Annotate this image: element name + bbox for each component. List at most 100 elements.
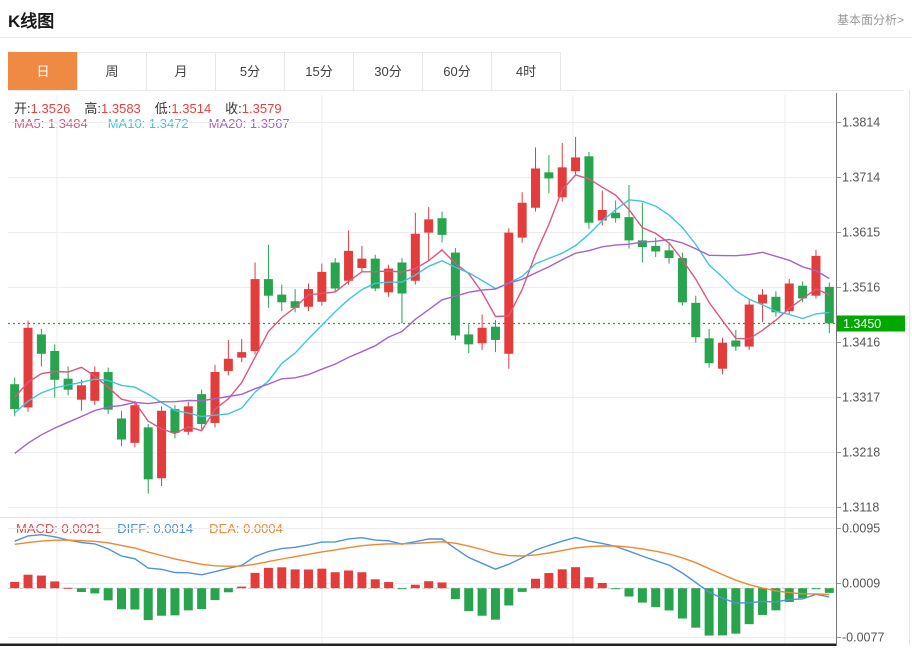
ma5-line <box>15 175 830 434</box>
candle-body <box>651 246 660 252</box>
candle-body <box>571 157 580 171</box>
price-axis-label: 1.3218 <box>842 446 880 460</box>
macd-histogram-bar <box>130 588 139 609</box>
macd-histogram-bar <box>64 588 73 589</box>
macd-histogram-bar <box>357 572 366 588</box>
macd-histogram-bar <box>117 588 126 609</box>
macd-histogram-bar <box>251 573 260 588</box>
macd-histogram-bar <box>705 588 714 635</box>
macd-histogram-bar <box>518 588 527 592</box>
macd-histogram-bar <box>625 588 634 596</box>
candle-body <box>544 172 553 178</box>
macd-histogram-bar <box>491 588 500 619</box>
candle-body <box>157 411 166 478</box>
macd-histogram-bar <box>90 588 99 593</box>
candle-body <box>718 343 727 369</box>
macd-histogram-bar <box>170 588 179 615</box>
candle-body <box>625 217 634 240</box>
macd-histogram-bar <box>50 581 59 588</box>
macd-histogram-bar <box>24 575 33 588</box>
macd-histogram-bar <box>438 582 447 588</box>
candle-body <box>424 219 433 232</box>
macd-histogram-bar <box>531 579 540 588</box>
macd-histogram-bar <box>584 577 593 588</box>
price-axis-label: 1.3615 <box>842 226 880 240</box>
macd-histogram-bar <box>478 588 487 616</box>
macd-histogram-bar <box>678 588 687 618</box>
candle-body <box>37 334 46 353</box>
candle-body <box>464 334 473 344</box>
candle-body <box>691 303 700 337</box>
candle-body <box>317 272 326 302</box>
macd-histogram-bar <box>611 588 620 589</box>
macd-histogram-bar <box>411 585 420 588</box>
macd-histogram-bar <box>344 571 353 589</box>
macd-histogram-bar <box>745 588 754 624</box>
price-axis-label: 1.3416 <box>842 336 880 350</box>
macd-histogram-bar <box>464 588 473 611</box>
macd-histogram-bar <box>277 567 286 588</box>
bottom-border <box>0 644 836 647</box>
macd-histogram-bar <box>184 588 193 610</box>
candle-body <box>170 409 179 433</box>
macd-histogram-bar <box>77 588 86 592</box>
macd-histogram-bar <box>304 569 313 588</box>
price-axis-label: 1.3317 <box>842 391 880 405</box>
kline-chart-canvas[interactable]: 1.38141.37141.36151.35161.34161.33171.32… <box>0 0 912 649</box>
candle-body <box>584 156 593 222</box>
candle-body <box>785 284 794 312</box>
candle-body <box>558 167 567 197</box>
candle-body <box>531 168 540 207</box>
macd-histogram-bar <box>651 588 660 607</box>
macd-histogram-bar <box>37 576 46 589</box>
macd-histogram-bar <box>371 579 380 588</box>
candle-body <box>144 427 153 479</box>
macd-histogram-bar <box>317 569 326 589</box>
macd-histogram-bar <box>237 587 246 589</box>
macd-axis-label: 0.0095 <box>842 522 880 536</box>
macd-histogram-bar <box>451 588 460 599</box>
macd-histogram-bar <box>718 588 727 635</box>
price-axis-label: 1.3118 <box>842 501 879 515</box>
candle-body <box>344 251 353 281</box>
candle-body <box>331 263 340 289</box>
price-axis-label: 1.3814 <box>842 116 880 130</box>
dea-line <box>15 540 830 594</box>
current-price-badge-label: 1.3450 <box>843 317 881 331</box>
candle-body <box>24 328 33 408</box>
macd-histogram-bar <box>157 588 166 616</box>
candle-body <box>224 359 233 371</box>
candle-body <box>264 279 273 296</box>
macd-axis-label: 0.0009 <box>842 577 880 591</box>
candle-body <box>745 305 754 347</box>
macd-histogram-bar <box>211 588 220 600</box>
candle-body <box>130 405 139 443</box>
candle-body <box>504 233 513 354</box>
candle-body <box>397 263 406 294</box>
candle-body <box>665 250 674 258</box>
price-axis-label: 1.3516 <box>842 281 880 295</box>
macd-histogram-bar <box>504 588 513 605</box>
macd-histogram-bar <box>638 588 647 602</box>
macd-histogram-bar <box>197 588 206 609</box>
candle-body <box>478 328 487 343</box>
macd-histogram-bar <box>264 568 273 588</box>
candle-body <box>77 385 86 399</box>
macd-histogram-bar <box>731 588 740 633</box>
candle-body <box>758 295 767 304</box>
macd-histogram-bar <box>544 573 553 588</box>
candle-body <box>518 203 527 238</box>
macd-histogram-bar <box>144 588 153 620</box>
candle-body <box>491 327 500 340</box>
macd-histogram-bar <box>571 567 580 588</box>
macd-histogram-bar <box>10 582 19 588</box>
candle-body <box>251 279 260 351</box>
candle-body <box>357 259 366 268</box>
candle-body <box>277 295 286 303</box>
macd-histogram-bar <box>291 569 300 588</box>
macd-histogram-bar <box>331 572 340 588</box>
candle-body <box>384 269 393 293</box>
macd-histogram-bar <box>811 588 820 589</box>
candle-body <box>825 287 834 324</box>
candle-body <box>237 352 246 358</box>
